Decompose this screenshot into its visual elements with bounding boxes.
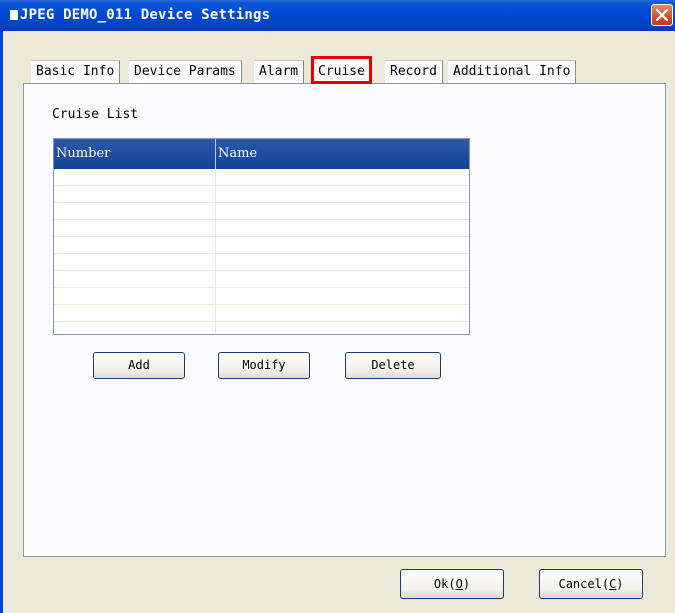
tab-alarm[interactable]: Alarm <box>254 60 305 84</box>
delete-button[interactable]: Delete <box>345 352 441 379</box>
close-button[interactable] <box>651 4 673 26</box>
ok-accelerator: O <box>455 577 463 591</box>
tab-device-params[interactable]: Device Params <box>129 60 242 84</box>
add-button[interactable]: Add <box>93 352 185 379</box>
table-row <box>54 203 469 220</box>
table-row <box>54 169 469 186</box>
table-row <box>54 220 469 237</box>
column-header-number[interactable]: Number <box>54 139 110 169</box>
modify-button[interactable]: Modify <box>218 352 310 379</box>
cancel-accelerator: C <box>609 577 617 591</box>
close-icon <box>656 9 668 21</box>
table-row <box>54 254 469 271</box>
tab-record[interactable]: Record <box>385 60 443 84</box>
table-header: Number Name <box>54 139 469 169</box>
tab-additional-info[interactable]: Additional Info <box>448 60 577 84</box>
tab-basic-info[interactable]: Basic Info <box>31 60 121 84</box>
table-row <box>54 288 469 305</box>
ok-button-label: Ok <box>433 577 449 591</box>
cruise-list-label: Cruise List <box>52 107 139 122</box>
window-title: JPEG DEMO_011 Device Settings <box>20 7 271 23</box>
cancel-button-label: Cancel <box>558 577 602 591</box>
app-icon <box>10 10 18 20</box>
title-bar: JPEG DEMO_011 Device Settings <box>0 0 675 31</box>
tab-cruise[interactable]: Cruise <box>311 56 372 84</box>
column-header-name[interactable]: Name <box>216 139 257 169</box>
window-frame <box>0 31 3 613</box>
table-row <box>54 237 469 254</box>
table-row <box>54 186 469 203</box>
cancel-button[interactable]: Cancel(C) <box>539 569 643 599</box>
ok-button[interactable]: Ok(O) <box>400 569 504 599</box>
column-divider-line <box>215 169 216 334</box>
cruise-list-table[interactable]: Number Name <box>53 138 470 335</box>
table-row <box>54 305 469 322</box>
table-row <box>54 271 469 288</box>
